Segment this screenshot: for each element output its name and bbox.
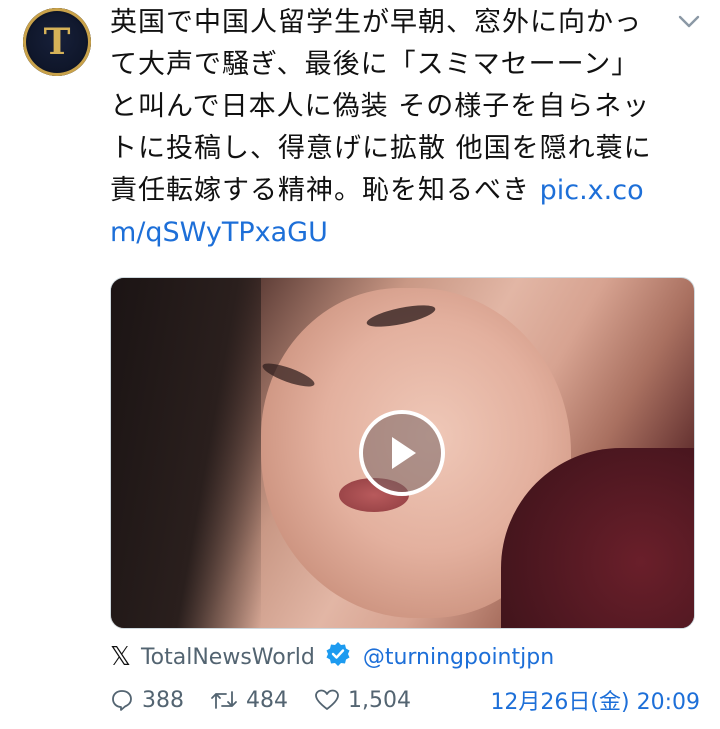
reply-count: 388 <box>142 687 184 713</box>
tweet-text: 英国で中国人留学生が早朝、窓外に向かって大声で騒ぎ、最後に「スミマセーーン」と叫… <box>110 2 665 254</box>
thumbnail-hair <box>111 278 261 628</box>
x-logo-icon: 𝕏 <box>110 642 131 672</box>
verified-badge-icon <box>325 641 351 673</box>
retweet-stat[interactable]: 484 <box>210 688 288 713</box>
tweet-source: 𝕏 TotalNewsWorld @turningpointjpn <box>110 641 554 673</box>
reply-icon <box>112 690 132 711</box>
tweet-date[interactable]: 12月26日(金) 20:09 <box>490 684 700 716</box>
reply-stat[interactable]: 388 <box>110 688 184 713</box>
profile-avatar[interactable]: T <box>23 8 91 76</box>
retweet-icon <box>211 691 237 709</box>
play-button[interactable] <box>359 410 445 496</box>
video-thumbnail[interactable] <box>110 277 695 629</box>
avatar-letter: T <box>43 21 71 63</box>
tweet-stats: 388 484 1,504 12月26日(金) 20:09 <box>110 684 700 716</box>
like-stat[interactable]: 1,504 <box>314 688 411 713</box>
heart-icon <box>315 689 339 710</box>
retweet-count: 484 <box>246 687 288 713</box>
more-options-chevron-icon[interactable] <box>676 12 702 32</box>
source-name[interactable]: TotalNewsWorld <box>141 645 315 670</box>
like-count: 1,504 <box>348 687 411 713</box>
play-icon <box>392 437 416 469</box>
source-handle[interactable]: @turningpointjpn <box>363 645 554 670</box>
